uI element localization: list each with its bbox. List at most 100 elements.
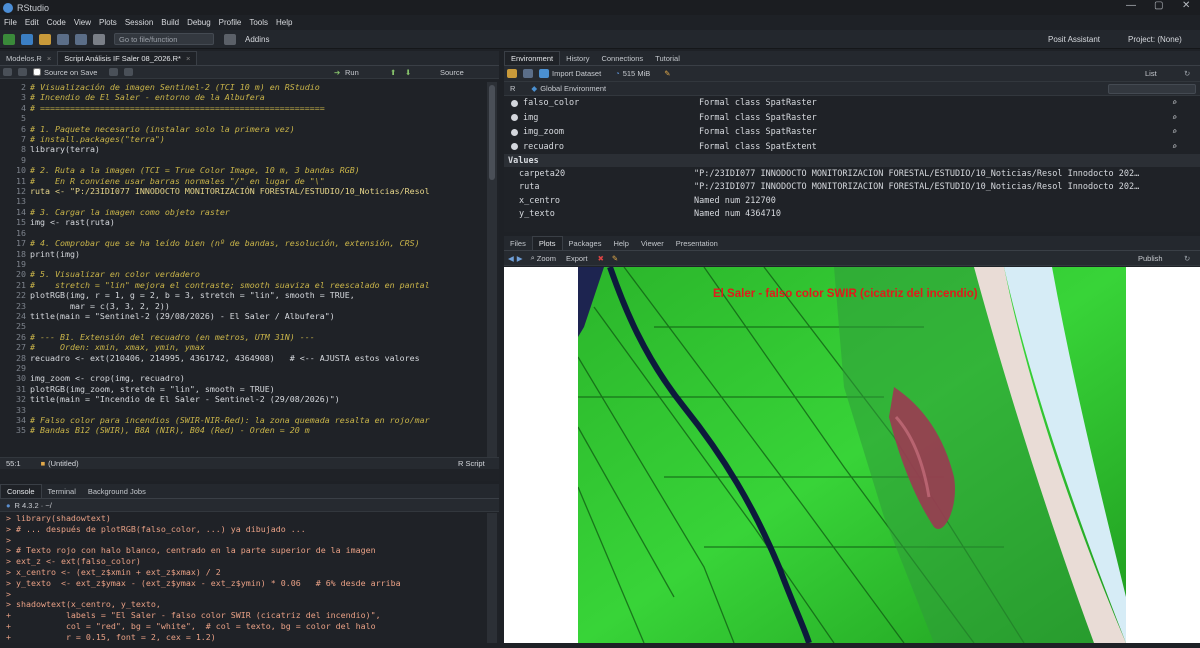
code-line[interactable]: 20 # 5. Visualizar en color verdadero (0, 269, 486, 279)
code-line[interactable]: 28 recuadro <- ext(210406, 214995, 436174… (0, 353, 486, 363)
language-select[interactable]: R (510, 84, 515, 93)
tab-history[interactable]: History (560, 51, 595, 65)
save-icon[interactable] (57, 33, 69, 45)
code-line[interactable]: 8 library(terra) (0, 144, 486, 154)
code-line[interactable]: 30 img_zoom <- crop(img, recuadro) (0, 373, 486, 383)
arrow-down-icon[interactable]: ⬇ (405, 68, 411, 77)
code-line[interactable]: 15 img <- rast(ruta) (0, 217, 486, 227)
posit-assistant-button[interactable]: Posit Assistant (1048, 35, 1100, 44)
menu-item-edit[interactable]: Edit (21, 18, 43, 27)
list-view-menu[interactable]: List (1145, 69, 1157, 78)
back-icon[interactable] (3, 68, 12, 76)
addins-menu[interactable]: Addins (245, 35, 269, 44)
menu-item-code[interactable]: Code (43, 18, 70, 27)
env-value-row[interactable]: x_centro Named num 212700 (504, 194, 1200, 208)
goto-file-input[interactable]: Go to file/function (114, 33, 214, 45)
menu-item-profile[interactable]: Profile (215, 18, 246, 27)
menu-item-tools[interactable]: Tools (245, 18, 272, 27)
magnify-icon[interactable]: ⌕ (1172, 127, 1177, 137)
publish-button[interactable]: Publish (1138, 254, 1163, 263)
export-menu[interactable]: Export (566, 254, 588, 263)
code-line[interactable]: 27 # Orden: xmin, xmax, ymin, ymax (0, 342, 486, 352)
arrow-up-icon[interactable]: ⬆ (390, 68, 396, 77)
tab-packages[interactable]: Packages (563, 236, 608, 250)
tab-terminal[interactable]: Terminal (42, 484, 82, 498)
code-line[interactable]: 10 # 2. Ruta a la imagen (TCI = True Colo… (0, 165, 486, 175)
print-icon[interactable] (93, 33, 105, 45)
wand-icon[interactable] (124, 68, 134, 76)
save-icon[interactable] (18, 68, 27, 76)
tab-environment[interactable]: Environment (504, 51, 561, 65)
code-line[interactable]: 3 # Incendio de El Saler - entorno de la … (0, 92, 486, 102)
menu-item-help[interactable]: Help (272, 18, 296, 27)
tab-help[interactable]: Help (607, 236, 634, 250)
code-line[interactable]: 13 (0, 196, 486, 206)
editor-scrollbar[interactable] (487, 82, 497, 457)
save-icon[interactable] (523, 69, 533, 78)
scope-label[interactable]: (Untitled) (48, 459, 78, 468)
refresh-icon[interactable]: ↻ (1184, 69, 1190, 78)
menu-item-file[interactable]: File (0, 18, 21, 27)
env-value-row[interactable]: y_texto Named num 4364710 (504, 208, 1200, 222)
code-line[interactable]: 18 print(img) (0, 249, 486, 259)
zoom-button[interactable]: Zoom (537, 254, 556, 263)
next-plot-icon[interactable]: ▶ (517, 254, 523, 263)
open-icon[interactable] (507, 69, 517, 78)
code-line[interactable]: 32 title(main = "Incendio de El Saler - S… (0, 394, 486, 404)
code-line[interactable]: 33 (0, 405, 486, 415)
memory-usage[interactable]: 515 MiB (623, 69, 651, 78)
magnify-icon[interactable]: ⌕ (1172, 113, 1177, 123)
menu-item-build[interactable]: Build (157, 18, 183, 27)
menu-item-debug[interactable]: Debug (183, 18, 215, 27)
code-line[interactable]: 16 (0, 228, 486, 238)
magnify-icon[interactable]: ⌕ (1172, 98, 1177, 108)
code-line[interactable]: 14 # 3. Cargar la imagen como objeto rast… (0, 207, 486, 217)
code-line[interactable]: 7 # install.packages("terra") (0, 134, 486, 144)
open-file-icon[interactable] (39, 33, 51, 45)
console-scrollbar[interactable] (487, 513, 497, 643)
new-project-icon[interactable] (21, 33, 33, 45)
refresh-plot-icon[interactable]: ↻ (1184, 254, 1190, 263)
code-line[interactable]: 2 # Visualización de imagen Sentinel-2 (T… (0, 82, 486, 92)
env-object-row[interactable]: recuadro Formal class SpatExtent ⌕ (504, 140, 1200, 155)
maximize-icon[interactable]: ▢ (1154, 0, 1163, 11)
tab-background-jobs[interactable]: Background Jobs (82, 484, 152, 498)
broom-icon[interactable]: ✎ (664, 69, 670, 78)
code-line[interactable]: 21 # stretch = "lin" mejora el contraste;… (0, 280, 486, 290)
clear-plots-icon[interactable]: ✎ (612, 254, 618, 263)
project-menu[interactable]: Project: (None) (1128, 35, 1182, 44)
tab-connections[interactable]: Connections (595, 51, 649, 65)
console-output[interactable]: > library(shadowtext) > # ... después de … (0, 513, 486, 643)
file-type-label[interactable]: R Script (458, 459, 485, 468)
code-line[interactable]: 22 plotRGB(img, r = 1, g = 2, b = 3, stre… (0, 290, 486, 300)
env-object-row[interactable]: img_zoom Formal class SpatRaster ⌕ (504, 125, 1200, 140)
environment-search-input[interactable] (1108, 83, 1196, 94)
code-line[interactable]: 24 title(main = "Sentinel-2 (29/08/2026) … (0, 311, 486, 321)
env-value-row[interactable]: ruta "P:/23IDI077 INNODOCTO MONITORIZACIÓ… (504, 181, 1200, 195)
code-line[interactable]: 23 mar = c(3, 3, 2, 2)) (0, 301, 486, 311)
prev-plot-icon[interactable]: ◀ (508, 254, 514, 263)
tab-console[interactable]: Console (0, 484, 42, 498)
tab-modelos[interactable]: Modelos.R × (0, 51, 57, 65)
code-line[interactable]: 9 (0, 155, 486, 165)
code-line[interactable]: 11 # En R conviene usar barras normales "… (0, 176, 486, 186)
menu-item-session[interactable]: Session (121, 18, 157, 27)
code-line[interactable]: 25 (0, 321, 486, 331)
search-icon[interactable] (109, 68, 119, 76)
table-icon[interactable] (539, 69, 549, 78)
tab-plots[interactable]: Plots (531, 236, 563, 250)
tab-files[interactable]: Files (504, 236, 532, 250)
tab-script-analisis[interactable]: Script Análisis IF Saler 08_2026.R* × (57, 51, 198, 65)
tab-presentation[interactable]: Presentation (670, 236, 724, 250)
code-line[interactable]: 35 # Bandas B12 (SWIR), B8A (NIR), B04 (R… (0, 425, 486, 435)
tab-viewer[interactable]: Viewer (635, 236, 670, 250)
magnify-icon[interactable]: ⌕ (1172, 142, 1177, 152)
code-line[interactable]: 17 # 4. Comprobar que se ha leído bien (n… (0, 238, 486, 248)
code-line[interactable]: 12 ruta <- "P:/23IDI077 INNODOCTO MONITOR… (0, 186, 486, 196)
new-file-icon[interactable] (3, 33, 15, 45)
menu-item-plots[interactable]: Plots (95, 18, 121, 27)
code-editor[interactable]: 2 # Visualización de imagen Sentinel-2 (T… (0, 82, 486, 457)
code-line[interactable]: 31 plotRGB(img_zoom, stretch = "lin", smo… (0, 384, 486, 394)
minimize-icon[interactable]: — (1126, 0, 1136, 11)
remove-plot-icon[interactable]: ✖ (598, 254, 604, 263)
